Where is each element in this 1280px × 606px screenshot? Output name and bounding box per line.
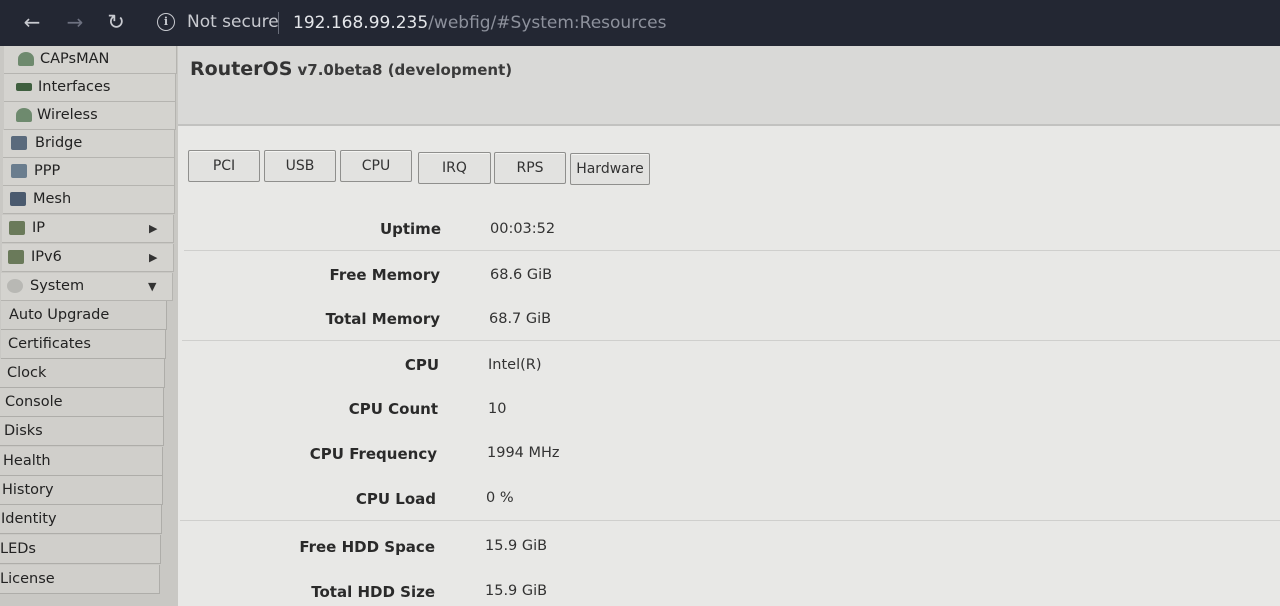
submenu-item-clock[interactable]: Clock [0, 359, 165, 388]
tab-pci[interactable]: PCI [188, 150, 260, 182]
submenu-item-label: License [0, 571, 55, 587]
sidebar-menu: CAPsMAN Interfaces Wireless Bridge PPP M… [0, 46, 178, 606]
page-title: RouterOS v7.0beta8 (development) [190, 58, 512, 80]
resource-label: Total HDD Size [311, 583, 435, 601]
sidebar-item-system[interactable]: System ▼ [1, 273, 173, 301]
sidebar-item-label: CAPsMAN [40, 51, 110, 67]
ipv6-icon [8, 250, 24, 264]
tab-usb[interactable]: USB [264, 150, 336, 182]
resource-label: Free HDD Space [299, 538, 435, 556]
sidebar-item-label: System [30, 278, 85, 294]
submenu-item-identity[interactable]: Identity [0, 505, 162, 534]
submenu-item-leds[interactable]: LEDs [0, 535, 161, 564]
browser-toolbar: ← → ↻ i Not secure 192.168.99.235/webfig… [0, 0, 1280, 46]
resource-value: Intel(R) [488, 357, 542, 373]
sidebar-item-label: IPv6 [31, 249, 62, 265]
tab-hardware[interactable]: Hardware [570, 153, 650, 185]
sidebar-item-interfaces[interactable]: Interfaces [4, 74, 176, 102]
url-host: 192.168.99.235 [293, 13, 429, 33]
resource-value: 68.6 GiB [490, 267, 553, 283]
reload-icon[interactable]: ↻ [102, 8, 130, 36]
resource-value: 15.9 GiB [485, 538, 548, 554]
version-label: v7.0beta8 (development) [297, 61, 513, 79]
ip-icon [9, 221, 25, 235]
arrow-left-icon[interactable]: ← [18, 8, 46, 36]
submenu-item-history[interactable]: History [0, 476, 163, 505]
main-panel: RouterOS v7.0beta8 (development) PCI USB… [178, 46, 1280, 606]
address-bar[interactable]: 192.168.99.235/webfig/#System:Resources [293, 13, 666, 33]
capsman-icon [18, 52, 34, 66]
sidebar-item-label: IP [32, 220, 46, 236]
resource-value: 0 % [486, 490, 514, 506]
sidebar-item-label: Interfaces [38, 79, 111, 95]
resource-value: 68.7 GiB [489, 311, 552, 327]
submenu-item-license[interactable]: License [0, 565, 160, 594]
resource-value: 10 [488, 401, 507, 417]
tab-irq[interactable]: IRQ [418, 152, 491, 184]
info-icon[interactable]: i [157, 13, 175, 31]
sidebar-item-label: Wireless [37, 107, 98, 123]
row-divider [184, 250, 1280, 251]
resource-label: CPU [404, 356, 439, 374]
expand-arrow-icon: ▶ [149, 222, 158, 235]
resource-label: CPU Load [355, 490, 436, 508]
submenu-item-label: Clock [7, 365, 47, 381]
resource-label: CPU Count [348, 400, 438, 418]
collapse-arrow-icon: ▼ [148, 280, 157, 293]
submenu-item-disks[interactable]: Disks [0, 417, 164, 446]
resource-label: CPU Frequency [309, 445, 437, 463]
tab-rps[interactable]: RPS [494, 152, 566, 184]
submenu-item-label: Health [3, 453, 51, 469]
submenu-item-auto-upgrade[interactable]: Auto Upgrade [1, 301, 167, 330]
system-icon [7, 279, 23, 293]
submenu-item-label: History [2, 482, 54, 498]
row-divider [182, 340, 1280, 341]
sidebar-item-wireless[interactable]: Wireless [4, 102, 176, 130]
resource-value: 15.9 GiB [485, 583, 548, 599]
submenu-item-label: Certificates [8, 336, 91, 352]
ppp-icon [11, 164, 27, 178]
submenu-item-console[interactable]: Console [0, 388, 164, 417]
sidebar-item-ppp[interactable]: PPP [3, 158, 175, 186]
resource-label: Total Memory [325, 310, 440, 328]
sidebar-item-label: Bridge [35, 135, 83, 151]
sidebar-item-label: PPP [34, 163, 61, 179]
mesh-icon [10, 192, 26, 206]
resource-value: 1994 MHz [487, 445, 560, 461]
resource-label: Free Memory [329, 266, 440, 284]
security-label[interactable]: Not secure [187, 12, 279, 32]
sidebar-item-mesh[interactable]: Mesh [3, 186, 175, 214]
sidebar-item-ip[interactable]: IP ▶ [2, 215, 174, 243]
expand-arrow-icon: ▶ [149, 251, 158, 264]
tab-cpu[interactable]: CPU [340, 150, 412, 182]
submenu-item-label: LEDs [0, 541, 36, 557]
row-divider [180, 520, 1280, 521]
brand-name: RouterOS [190, 58, 293, 80]
interfaces-icon [16, 83, 32, 91]
resource-value: 00:03:52 [490, 221, 556, 237]
bridge-icon [11, 136, 27, 150]
wireless-icon [16, 108, 32, 122]
resource-label: Uptime [379, 220, 441, 238]
submenu-item-label: Disks [4, 423, 43, 439]
submenu-item-label: Identity [1, 511, 57, 527]
sidebar-item-capsman[interactable]: CAPsMAN [4, 46, 177, 74]
sidebar-item-bridge[interactable]: Bridge [3, 130, 175, 158]
arrow-right-icon[interactable]: → [61, 8, 89, 36]
header-band: RouterOS v7.0beta8 (development) [178, 46, 1280, 126]
submenu-item-health[interactable]: Health [0, 447, 163, 476]
sidebar-item-ipv6[interactable]: IPv6 ▶ [2, 244, 174, 272]
submenu-item-label: Console [5, 394, 63, 410]
sidebar-item-label: Mesh [33, 191, 72, 207]
address-separator [278, 12, 279, 34]
url-path: /webfig/#System:Resources [428, 13, 667, 33]
submenu-item-label: Auto Upgrade [9, 307, 110, 323]
submenu-item-certificates[interactable]: Certificates [1, 330, 166, 359]
